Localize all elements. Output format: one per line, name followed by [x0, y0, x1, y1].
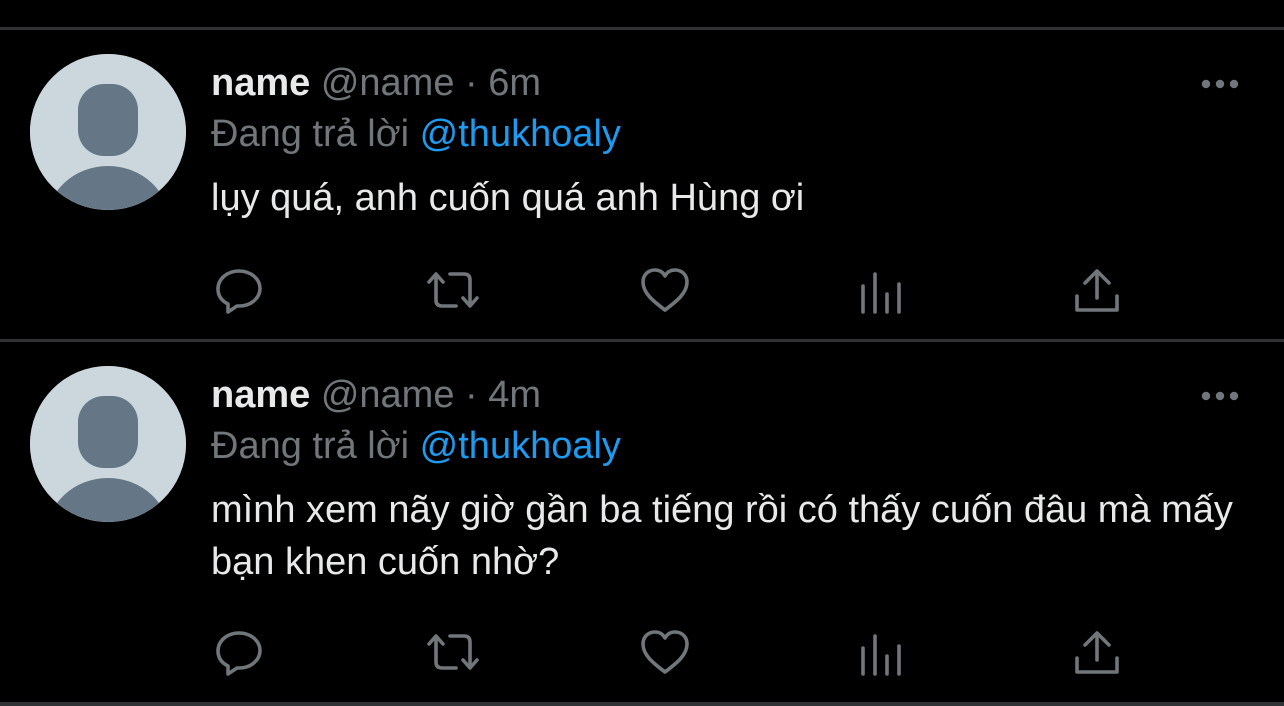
share-button[interactable] — [1071, 266, 1123, 316]
tweet-actions — [211, 266, 1131, 316]
tweet-body: name @name · 6m Đang trả lời @thukhoaly … — [211, 58, 1241, 224]
avatar[interactable] — [30, 54, 186, 210]
separator-dot: · — [465, 374, 478, 416]
more-dots-icon — [1201, 79, 1239, 89]
display-name[interactable]: name — [211, 374, 310, 416]
more-dots-icon — [1201, 391, 1239, 401]
tweet-text: lụy quá, anh cuốn quá anh Hùng ơi — [211, 177, 805, 219]
views-button[interactable] — [855, 628, 907, 678]
replying-to-label: Đang trả lời — [211, 425, 410, 467]
views-chart-icon — [861, 272, 901, 314]
tweet-actions — [211, 628, 1131, 678]
replying-to-label: Đang trả lời — [211, 113, 410, 155]
previous-tweet-edge — [0, 0, 1284, 26]
retweet-button[interactable] — [425, 266, 479, 316]
avatar[interactable] — [30, 366, 186, 522]
mention-link[interactable]: @thukhoaly — [420, 113, 621, 155]
retweet-button[interactable] — [425, 628, 479, 678]
user-handle[interactable]: @name — [321, 62, 455, 104]
divider — [0, 702, 1284, 706]
views-button[interactable] — [855, 266, 907, 316]
replying-to: Đang trả lời @thukhoaly — [211, 108, 1241, 160]
share-upload-icon — [1075, 269, 1119, 312]
tweet-timestamp[interactable]: 4m — [488, 374, 541, 416]
reply-icon — [216, 269, 262, 314]
reply-button[interactable] — [213, 628, 265, 678]
more-options-button[interactable] — [1200, 72, 1240, 96]
retweet-icon — [427, 634, 479, 670]
tweet-timestamp[interactable]: 6m — [488, 62, 541, 104]
tweet-body: name @name · 4m Đang trả lời @thukhoaly … — [211, 370, 1241, 588]
reply-button[interactable] — [213, 266, 265, 316]
reply-icon — [216, 631, 262, 676]
avatar-placeholder-icon — [30, 366, 186, 522]
tweet-item[interactable]: name @name · 4m Đang trả lời @thukhoaly … — [0, 342, 1284, 702]
share-upload-icon — [1075, 631, 1119, 674]
like-heart-icon — [641, 630, 689, 674]
more-options-button[interactable] — [1200, 384, 1240, 408]
share-button[interactable] — [1071, 628, 1123, 678]
retweet-icon — [427, 272, 479, 308]
tweet-header: name @name · 6m — [211, 58, 1241, 108]
like-button[interactable] — [639, 266, 691, 316]
replying-to: Đang trả lời @thukhoaly — [211, 420, 1241, 472]
tweet-text: mình xem nãy giờ gần ba tiếng rồi có thấ… — [211, 489, 1233, 583]
separator-dot: · — [465, 62, 478, 104]
like-heart-icon — [641, 268, 689, 312]
mention-link[interactable]: @thukhoaly — [420, 425, 621, 467]
avatar-placeholder-icon — [30, 54, 186, 210]
like-button[interactable] — [639, 628, 691, 678]
user-handle[interactable]: @name — [321, 374, 455, 416]
tweet-header: name @name · 4m — [211, 370, 1241, 420]
views-chart-icon — [861, 634, 901, 676]
tweet-item[interactable]: name @name · 6m Đang trả lời @thukhoaly … — [0, 30, 1284, 340]
display-name[interactable]: name — [211, 62, 310, 104]
